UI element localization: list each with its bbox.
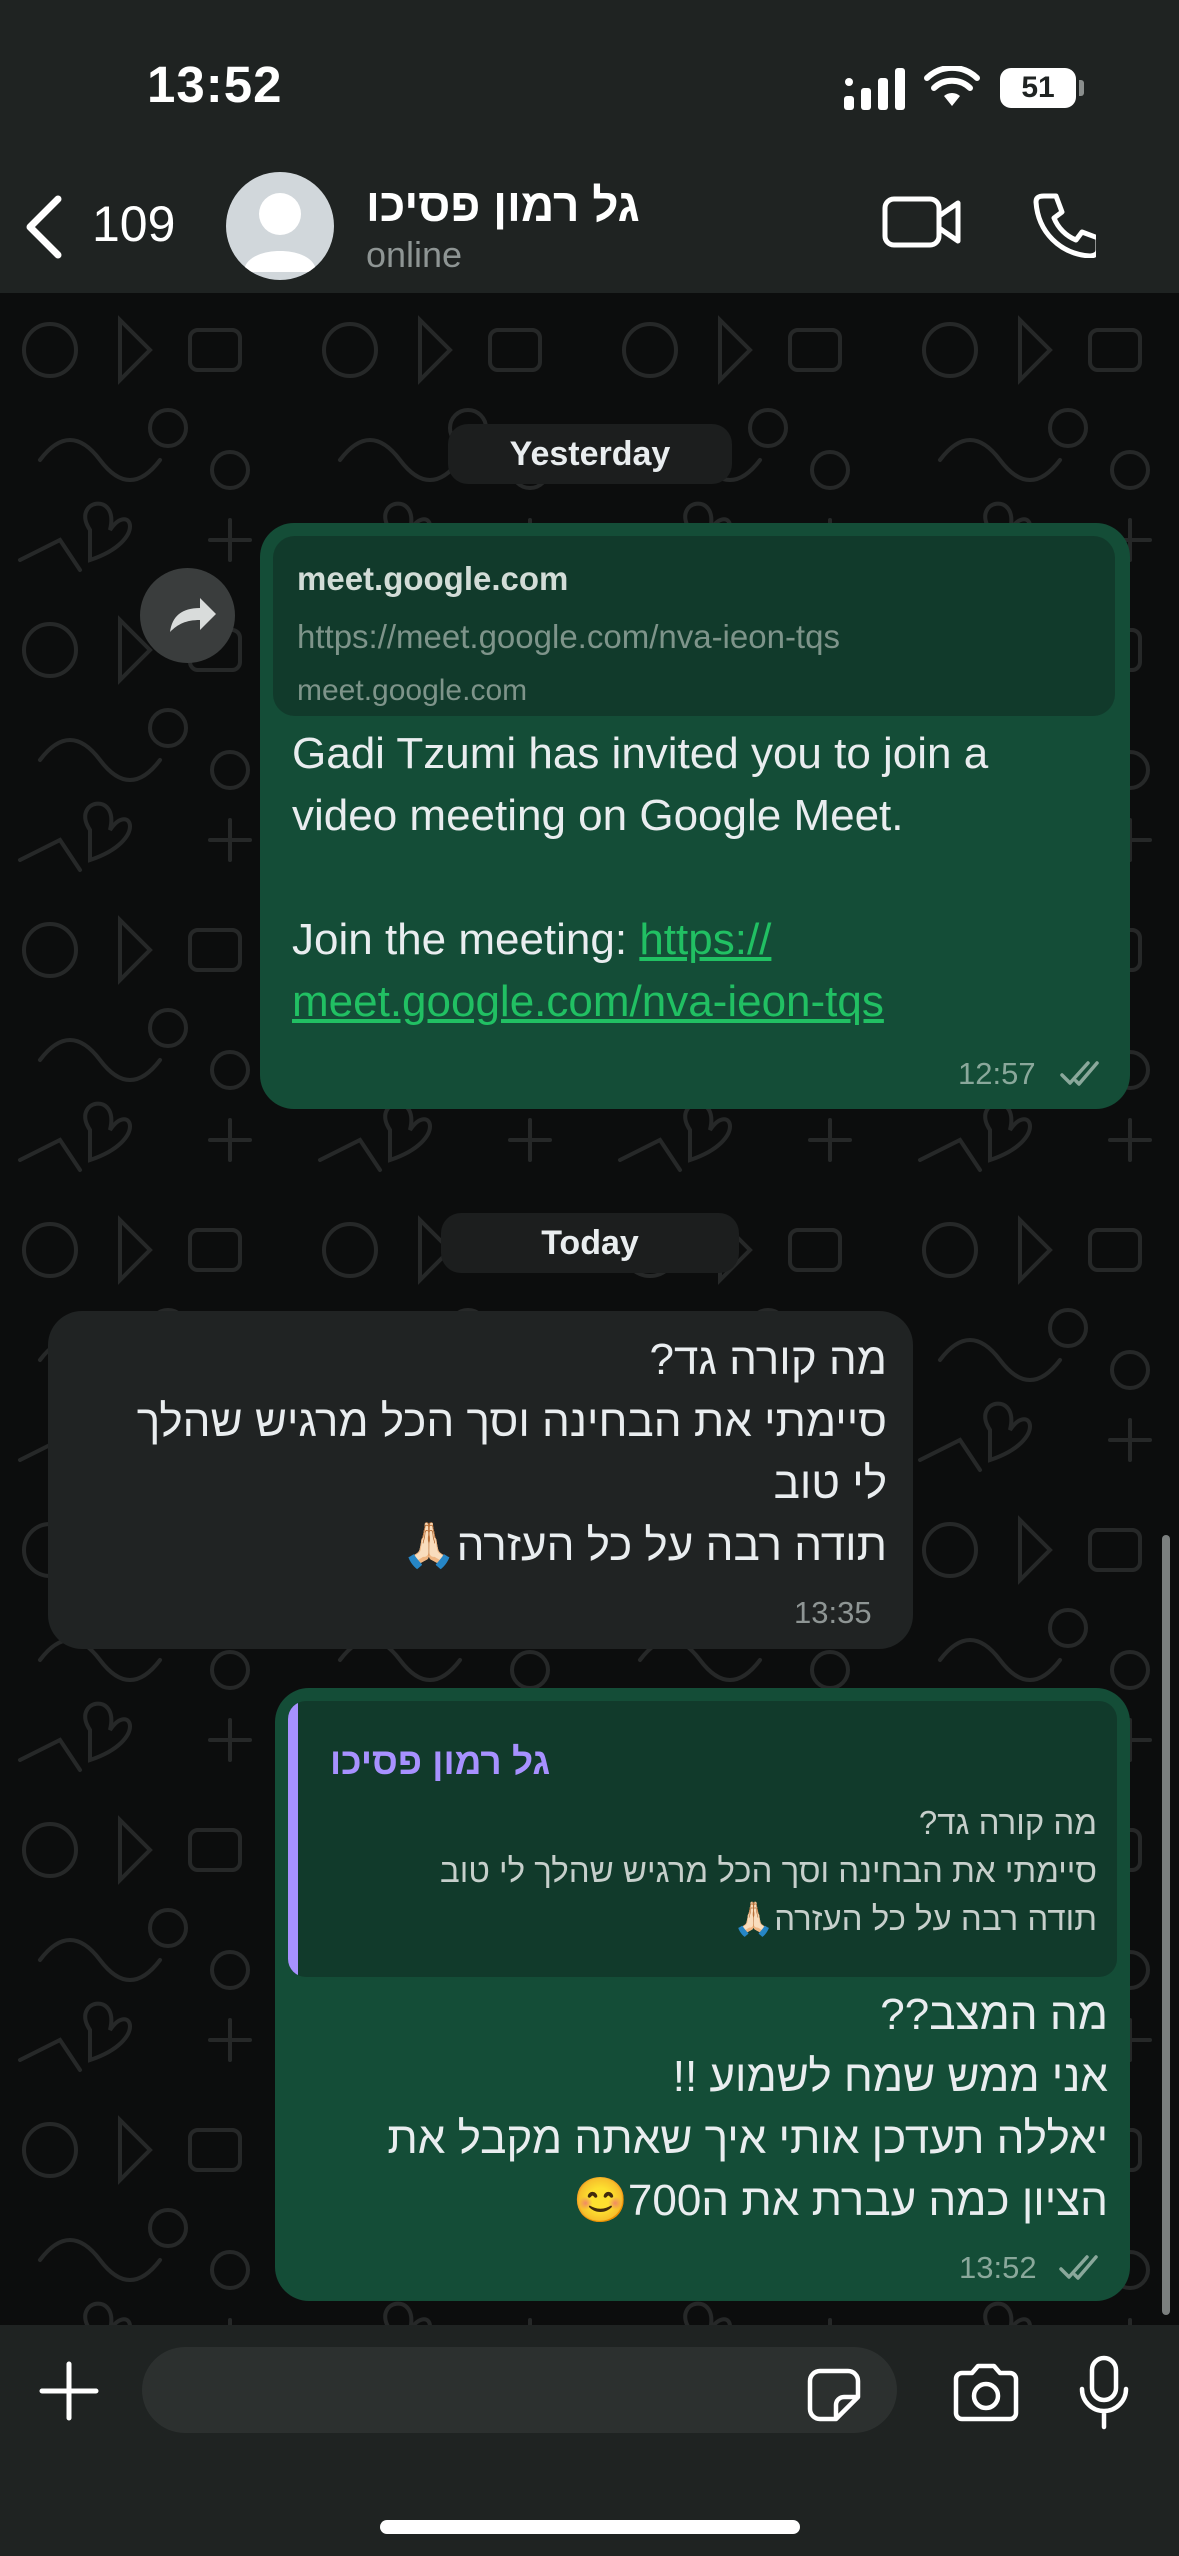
message-line: יאללה תעדכן אותי איך שאתה מקבל את (387, 2114, 1108, 2163)
link-preview-url: https://meet.google.com/nva-ieon-tqs (297, 618, 840, 655)
battery-cap (1079, 80, 1084, 96)
default-avatar-icon (244, 193, 316, 272)
camera-icon[interactable] (950, 2363, 1022, 2423)
composer-bar (0, 2325, 1179, 2556)
scrollbar[interactable] (1162, 1535, 1170, 2315)
message-bubble-outgoing-reply[interactable]: גל רמון פסיכו מה קורה גד? סיימתי את הבחי… (275, 1688, 1130, 2301)
quoted-message[interactable]: גל רמון פסיכו מה קורה גד? סיימתי את הבחי… (288, 1701, 1117, 1977)
video-call-icon[interactable] (882, 194, 962, 250)
join-label: Join the meeting: (292, 915, 640, 964)
back-chevron-icon[interactable] (22, 195, 66, 259)
message-line: מה קורה גד? (649, 1335, 888, 1384)
read-receipt-icon (1059, 2255, 1098, 2280)
message-time: 13:52 (959, 2250, 1037, 2285)
cellular-signal-icon (844, 68, 905, 110)
message-line: video meeting on Google Meet. (292, 791, 904, 840)
forward-button[interactable] (140, 568, 235, 663)
wifi-icon (924, 66, 980, 106)
plus-icon[interactable] (38, 2360, 100, 2422)
date-separator-today: Today (441, 1213, 739, 1273)
read-receipt-icon (1060, 1061, 1099, 1086)
status-time: 13:52 (147, 56, 283, 113)
quoted-text: מה קורה גד? סיימתי את הבחינה וסך הכל מרג… (317, 1799, 1097, 1943)
message-text: מה המצב?? אני ממש שמח לשמוע !! יאללה תעד… (288, 1984, 1108, 2232)
link-preview-title: meet.google.com (297, 560, 569, 597)
battery-level: 51 (1021, 71, 1055, 104)
forward-arrow-icon (170, 598, 216, 632)
contact-avatar[interactable] (226, 172, 334, 280)
message-line: סיימתי את הבחינה וסך הכל מרגיש שהלך (136, 1397, 887, 1446)
message-bubble-incoming[interactable]: מה קורה גד? סיימתי את הבחינה וסך הכל מרג… (48, 1311, 913, 1649)
unread-count[interactable]: 109 (92, 195, 175, 253)
quote-accent-bar (288, 1701, 298, 1977)
quoted-line: סיימתי את הבחינה וסך הכל מרגיש שהלך לי ט… (440, 1852, 1097, 1889)
link-preview-domain: meet.google.com (297, 674, 528, 707)
message-text: מה קורה גד? סיימתי את הבחינה וסך הכל מרג… (57, 1329, 887, 1577)
message-time: 12:57 (958, 1056, 1036, 1091)
sticker-icon[interactable] (806, 2367, 862, 2423)
message-time: 13:35 (794, 1595, 872, 1630)
quoted-author: גל רמון פסיכו (330, 1741, 551, 1782)
voice-call-icon[interactable] (1030, 192, 1096, 258)
chat-screen: 13:52 51 109 גל רמון פסיכו online Yester… (0, 0, 1179, 2556)
meeting-link[interactable]: https:// (639, 915, 771, 964)
chat-header: 13:52 51 109 גל רמון פסיכו online (0, 0, 1179, 293)
message-text: Gadi Tzumi has invited you to join a vid… (292, 723, 1112, 1033)
contact-name[interactable]: גל רמון פסיכו (366, 178, 640, 232)
meeting-link[interactable]: meet.google.com/nva-ieon-tqs (292, 977, 884, 1026)
join-line: Join the meeting: https:// (292, 909, 1112, 971)
message-line: אני ממש שמח לשמוע !! (672, 2052, 1108, 2101)
message-line: תודה רבה על כל העזרה🙏🏻 (401, 1521, 887, 1570)
contact-status: online (366, 234, 463, 275)
link-preview[interactable]: meet.google.com https://meet.google.com/… (273, 536, 1115, 716)
message-line: מה המצב?? (880, 1990, 1108, 2039)
message-line: הציון כמה עברת את ה700😊 (573, 2176, 1108, 2225)
home-indicator[interactable] (380, 2520, 800, 2534)
message-bubble-outgoing[interactable]: meet.google.com https://meet.google.com/… (260, 523, 1130, 1109)
quoted-line: תודה רבה על כל העזרה🙏🏻 (733, 1900, 1097, 1937)
message-line: לי טוב (773, 1459, 887, 1508)
message-input[interactable] (142, 2347, 897, 2433)
date-separator-yesterday: Yesterday (448, 424, 732, 484)
microphone-icon[interactable] (1076, 2355, 1132, 2431)
battery-indicator: 51 (1000, 68, 1076, 108)
quoted-line: מה קורה גד? (918, 1804, 1097, 1841)
message-line: Gadi Tzumi has invited you to join a (292, 729, 989, 778)
